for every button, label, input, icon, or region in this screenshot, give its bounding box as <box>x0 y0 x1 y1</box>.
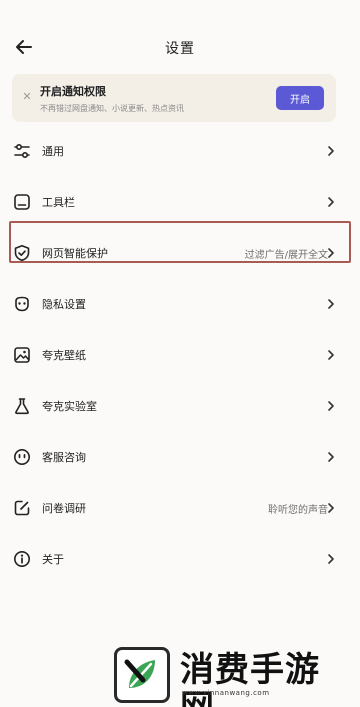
wallpaper-icon <box>14 347 30 363</box>
enable-notifications-button[interactable]: 开启 <box>276 86 324 110</box>
menu-item-wallpaper[interactable]: 夸克壁纸 <box>0 330 360 380</box>
menu-item-toolbar[interactable]: 工具栏 <box>0 177 360 227</box>
shield-check-icon <box>14 245 30 262</box>
menu-item-about[interactable]: 关于 <box>0 534 360 584</box>
menu-item-label: 工具栏 <box>42 196 75 209</box>
flask-icon <box>15 398 29 415</box>
menu-item-label: 关于 <box>42 553 64 566</box>
watermark-text: 消费手游网 <box>180 650 320 707</box>
menu-item-value: 聆听您的声音 <box>268 505 328 516</box>
chevron-right-icon <box>328 503 334 513</box>
chevron-right-icon <box>328 401 334 411</box>
chevron-right-icon <box>328 299 334 309</box>
menu-item-label: 夸克实验室 <box>42 400 97 413</box>
menu-item-label: 客服咨询 <box>42 451 86 464</box>
chevron-right-icon <box>328 452 334 462</box>
menu-item-label: 夸克壁纸 <box>42 349 86 362</box>
menu-item-customer-service[interactable]: 客服咨询 <box>0 432 360 482</box>
menu-item-privacy-settings[interactable]: 隐私设置 <box>0 279 360 329</box>
page-title: 设置 <box>165 41 195 57</box>
chevron-right-icon <box>328 197 334 207</box>
watermark: 消费手游网 www.xinnanwang.com <box>114 647 354 707</box>
menu-item-label: 问卷调研 <box>42 502 86 515</box>
chevron-right-icon <box>328 554 334 564</box>
chevron-right-icon <box>328 146 334 156</box>
menu-item-lab[interactable]: 夸克实验室 <box>0 381 360 431</box>
survey-edit-icon <box>14 500 30 516</box>
notice-description: 不再错过网盘通知、小说更新、热点资讯 <box>40 104 184 113</box>
watermark-logo <box>114 647 170 703</box>
menu-item-label: 网页智能保护 <box>42 247 108 260</box>
menu-item-label: 隐私设置 <box>42 298 86 311</box>
info-icon <box>14 551 30 567</box>
watermark-url: www.xinnanwang.com <box>182 689 270 697</box>
chevron-right-icon <box>328 248 334 258</box>
menu-item-label: 通用 <box>42 145 64 158</box>
chevron-right-icon <box>328 350 334 360</box>
menu-item-general[interactable]: 通用 <box>0 126 360 176</box>
toolbar-icon <box>14 194 30 210</box>
sliders-icon <box>14 143 30 159</box>
privacy-mask-icon <box>15 296 29 312</box>
menu-item-smart-web-protection[interactable]: 网页智能保护 过滤广告/展开全文 <box>0 228 360 278</box>
close-icon[interactable]: ✕ <box>20 90 34 104</box>
notice-title: 开启通知权限 <box>40 85 106 98</box>
menu-item-value: 过滤广告/展开全文 <box>244 250 328 261</box>
leaf-logo-icon <box>124 659 155 688</box>
notification-permission-banner: ✕ 开启通知权限 不再错过网盘通知、小说更新、热点资讯 开启 <box>12 74 336 122</box>
menu-item-survey[interactable]: 问卷调研 聆听您的声音 <box>0 483 360 533</box>
support-face-icon <box>14 449 30 465</box>
